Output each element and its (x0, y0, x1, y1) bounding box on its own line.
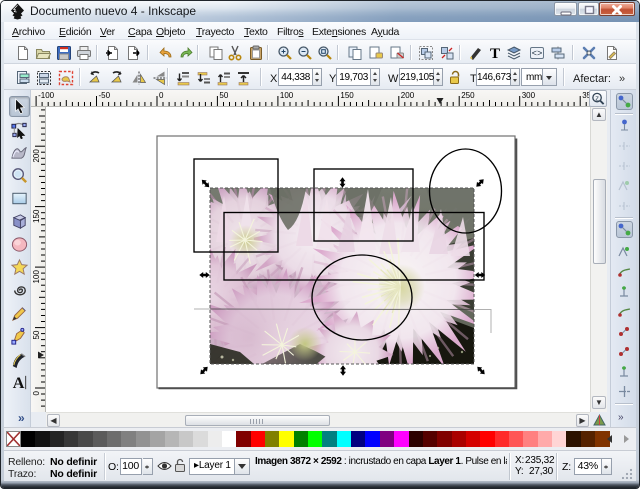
svg-text:z: z (595, 93, 599, 102)
svg-text:<>: <> (532, 49, 543, 59)
svg-text:T: T (490, 46, 500, 61)
svg-text:A: A (13, 375, 25, 392)
